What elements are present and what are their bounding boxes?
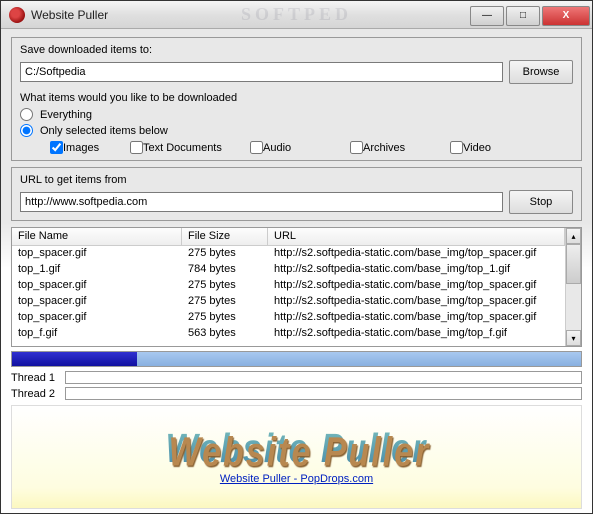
save-group: Save downloaded items to: Browse What it… [11,37,582,161]
table-row[interactable]: top_spacer.gif275 byteshttp://s2.softped… [12,294,565,310]
banner: Website Puller Website Puller - PopDrops… [11,405,582,509]
window-title: Website Puller [31,8,108,22]
radio-selected-label: Only selected items below [40,125,168,137]
table-row[interactable]: top_1.gif784 byteshttp://s2.softpedia-st… [12,262,565,278]
radio-selected[interactable] [20,124,33,137]
url-label: URL to get items from [20,174,573,186]
scroll-up-icon[interactable]: ▴ [566,228,581,244]
progress-fill [12,352,137,366]
cell-filename: top_spacer.gif [12,246,182,262]
check-audio[interactable] [250,141,263,154]
col-filesize[interactable]: File Size [182,228,268,245]
overall-progress [11,351,582,367]
thread1-label: Thread 1 [11,372,59,384]
scroll-down-icon[interactable]: ▾ [566,330,581,346]
cell-filename: top_spacer.gif [12,310,182,326]
items-prompt: What items would you like to be download… [20,92,573,104]
close-button[interactable]: X [542,6,590,26]
titlebar[interactable]: Website Puller SOFTPED — □ X [1,1,592,29]
check-text[interactable] [130,141,143,154]
scrollbar[interactable]: ▴ ▾ [565,228,581,346]
url-group: URL to get items from Stop [11,167,582,221]
cell-filesize: 563 bytes [182,326,268,342]
table-body[interactable]: top_spacer.gif275 byteshttp://s2.softped… [12,246,565,342]
thread2-progress [65,387,582,400]
check-images[interactable] [50,141,63,154]
cell-filename: top_spacer.gif [12,294,182,310]
browse-button[interactable]: Browse [509,60,573,84]
thread2-label: Thread 2 [11,388,59,400]
col-url[interactable]: URL [268,228,565,245]
banner-link[interactable]: Website Puller - PopDrops.com [220,473,373,485]
app-window: Website Puller SOFTPED — □ X Save downlo… [0,0,593,514]
cell-url: http://s2.softpedia-static.com/base_img/… [268,246,565,262]
cell-url: http://s2.softpedia-static.com/base_img/… [268,262,565,278]
content-area: Save downloaded items to: Browse What it… [1,29,592,513]
cell-filesize: 275 bytes [182,294,268,310]
check-archives[interactable] [350,141,363,154]
cell-url: http://s2.softpedia-static.com/base_img/… [268,278,565,294]
scroll-thumb[interactable] [566,244,581,284]
cell-filesize: 275 bytes [182,278,268,294]
table-row[interactable]: top_spacer.gif275 byteshttp://s2.softped… [12,246,565,262]
save-path-input[interactable] [20,62,503,82]
maximize-button[interactable]: □ [506,6,540,26]
stop-button[interactable]: Stop [509,190,573,214]
watermark: SOFTPED [241,4,352,25]
save-label: Save downloaded items to: [20,44,573,56]
cell-url: http://s2.softpedia-static.com/base_img/… [268,326,565,342]
cell-filename: top_f.gif [12,326,182,342]
cell-url: http://s2.softpedia-static.com/base_img/… [268,310,565,326]
cell-url: http://s2.softpedia-static.com/base_img/… [268,294,565,310]
url-input[interactable] [20,192,503,212]
cell-filesize: 275 bytes [182,246,268,262]
table-row[interactable]: top_spacer.gif275 byteshttp://s2.softped… [12,310,565,326]
cell-filesize: 275 bytes [182,310,268,326]
table-header: File Name File Size URL [12,228,565,246]
check-audio-label: Audio [263,142,291,154]
check-video[interactable] [450,141,463,154]
table-row[interactable]: top_spacer.gif275 byteshttp://s2.softped… [12,278,565,294]
thread1-progress [65,371,582,384]
radio-everything-label: Everything [40,109,92,121]
table-row[interactable]: top_f.gif563 byteshttp://s2.softpedia-st… [12,326,565,342]
banner-logo: Website Puller [166,426,428,473]
cell-filesize: 784 bytes [182,262,268,278]
check-text-label: Text Documents [143,142,222,154]
radio-everything[interactable] [20,108,33,121]
app-icon [9,7,25,23]
col-filename[interactable]: File Name [12,228,182,245]
check-images-label: Images [63,142,99,154]
results-table: File Name File Size URL top_spacer.gif27… [11,227,582,347]
check-video-label: Video [463,142,491,154]
cell-filename: top_spacer.gif [12,278,182,294]
check-archives-label: Archives [363,142,405,154]
minimize-button[interactable]: — [470,6,504,26]
cell-filename: top_1.gif [12,262,182,278]
